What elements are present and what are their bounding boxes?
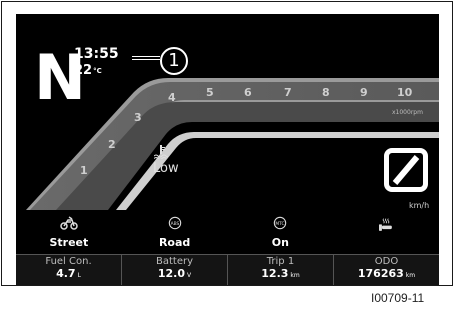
ambient-temperature: 22°C xyxy=(74,64,102,78)
mtc-mode: MTC On xyxy=(228,214,334,253)
info-value: 4.7 L xyxy=(56,267,81,280)
speed-unit-label: km/h xyxy=(409,201,430,210)
speed-zero-glyph xyxy=(392,155,420,185)
info-title: Battery xyxy=(155,256,193,267)
callout-leader xyxy=(132,56,160,57)
info-value: 12.0 V xyxy=(157,267,192,280)
rpm-tick: 3 xyxy=(134,111,142,124)
info-title: Fuel Con. xyxy=(45,256,92,267)
info-title: ODO xyxy=(374,256,399,267)
heated-grip-status xyxy=(333,214,439,253)
motorcycle-icon xyxy=(60,216,78,230)
svg-text:ABS: ABS xyxy=(170,221,179,227)
clock: 13:55 xyxy=(74,46,119,62)
svg-text:MTC: MTC xyxy=(276,221,285,227)
rpm-tick: 2 xyxy=(108,138,116,151)
info-odometer: ODO 176263 km xyxy=(333,255,439,285)
mtc-icon: MTC xyxy=(274,216,287,230)
temperature-value: 22 xyxy=(74,63,93,78)
info-bar: Fuel Con. 4.7 L Battery 12.0 V Trip 1 12.3… xyxy=(16,254,439,285)
figure-code: I00709-11 xyxy=(371,291,425,305)
coolant-temp-icon xyxy=(154,145,168,159)
info-battery: Battery 12.0 V xyxy=(121,255,227,285)
info-value: 176263 km xyxy=(357,267,416,280)
rpm-tick: 6 xyxy=(244,86,252,99)
riding-modes-row: Street ABS Road MTC On xyxy=(16,214,439,253)
rpm-tick: 1 xyxy=(80,164,88,177)
rpm-unit-label: x1000rpm xyxy=(392,109,423,116)
info-value: 12.3 km xyxy=(261,267,300,280)
rpm-tick: 8 xyxy=(322,86,330,99)
info-title: Trip 1 xyxy=(266,256,295,267)
abs-mode: ABS Road xyxy=(122,214,228,253)
rpm-tick: 7 xyxy=(284,86,292,99)
mtc-mode-label: On xyxy=(271,236,289,249)
heated-grip-icon xyxy=(379,218,392,231)
abs-mode-label: Road xyxy=(158,236,191,249)
callout-marker: 1 xyxy=(160,47,188,75)
info-trip: Trip 1 12.3 km xyxy=(227,255,333,285)
coolant-temp-label: Low xyxy=(153,161,179,176)
rpm-tick: 5 xyxy=(206,86,214,99)
info-fuel-consumption: Fuel Con. 4.7 L xyxy=(16,255,121,285)
rpm-tick: 9 xyxy=(360,86,368,99)
riding-mode-label: Street xyxy=(49,236,89,249)
riding-mode: Street xyxy=(16,214,122,253)
speed-digit xyxy=(384,148,428,192)
abs-icon: ABS xyxy=(168,216,181,230)
temperature-unit: °C xyxy=(93,67,102,75)
rpm-tick: 10 xyxy=(397,86,413,99)
instrument-display: N 13:55 22°C 1 1 2 3 4 5 6 7 8 9 10 x100… xyxy=(16,14,439,285)
rpm-tick: 4 xyxy=(168,91,176,104)
callout-leader xyxy=(132,59,160,60)
